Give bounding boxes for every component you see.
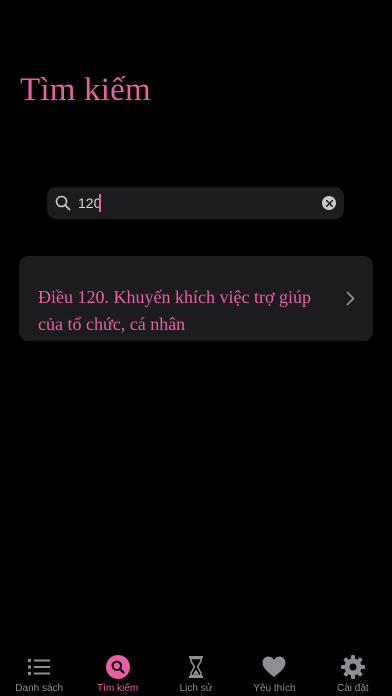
tab-label: Cài đặt bbox=[336, 683, 369, 694]
clear-search-button[interactable] bbox=[322, 196, 336, 210]
tab-danh-sach[interactable]: Danh sách bbox=[0, 646, 78, 696]
tab-tim-kiem[interactable]: Tìm kiếm bbox=[78, 646, 156, 696]
tab-cai-dat[interactable]: Cài đặt bbox=[314, 646, 392, 696]
search-input[interactable] bbox=[78, 193, 308, 213]
tab-bar: Danh sách Tìm kiếm Lịch sử Yêu thích Cài… bbox=[0, 646, 392, 696]
result-title: Điều 120. Khuyến khích việc trợ giúp của… bbox=[38, 287, 311, 334]
tab-label: Tìm kiếm bbox=[97, 683, 139, 694]
search-bar[interactable] bbox=[47, 187, 344, 219]
gear-icon bbox=[340, 655, 365, 679]
clear-icon bbox=[325, 199, 333, 207]
search-icon bbox=[105, 655, 130, 679]
result-item[interactable]: Điều 120. Khuyến khích việc trợ giúp của… bbox=[19, 256, 373, 341]
tab-label: Yêu thích bbox=[253, 683, 296, 694]
search-icon bbox=[55, 195, 71, 211]
tab-label: Danh sách bbox=[15, 683, 64, 694]
heart-icon bbox=[262, 656, 286, 677]
list-icon bbox=[28, 659, 51, 675]
page-title: Tìm kiếm bbox=[20, 72, 151, 108]
hourglass-icon bbox=[189, 656, 204, 678]
tab-label: Lịch sử bbox=[179, 683, 213, 694]
tab-yeu-thich[interactable]: Yêu thích bbox=[235, 646, 313, 696]
tab-lich-su[interactable]: Lịch sử bbox=[157, 646, 235, 696]
chevron-right-icon bbox=[346, 291, 355, 306]
text-caret bbox=[99, 194, 101, 212]
